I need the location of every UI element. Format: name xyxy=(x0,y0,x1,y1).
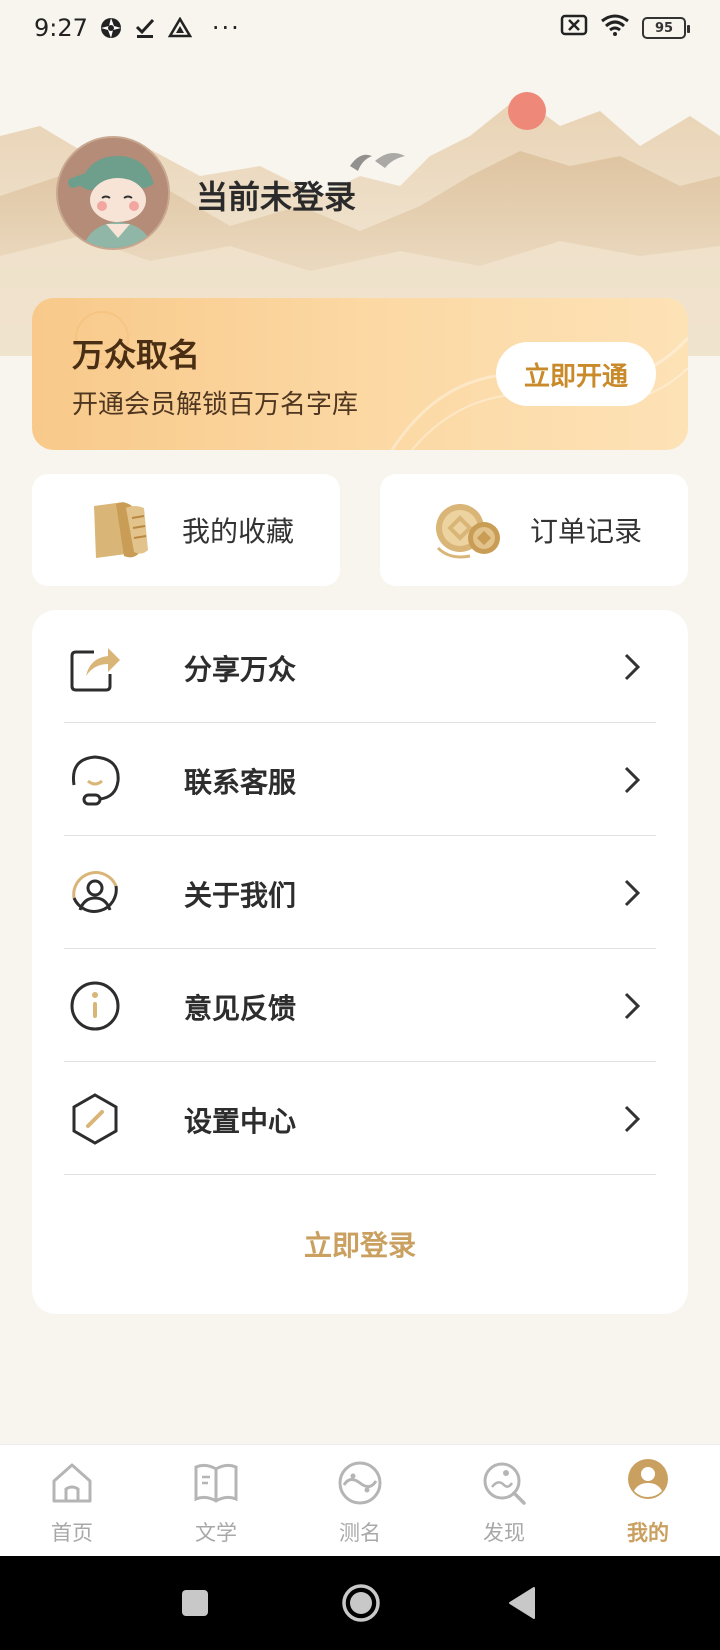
check-download-icon xyxy=(134,17,156,39)
menu-item-settings[interactable]: 设置中心 xyxy=(64,1062,656,1175)
chevron-right-icon xyxy=(622,991,642,1021)
menu-item-about[interactable]: 关于我们 xyxy=(64,836,656,949)
home-circle-icon[interactable] xyxy=(341,1583,381,1627)
chevron-right-icon xyxy=(622,652,642,682)
profile-icon xyxy=(624,1459,672,1507)
nav-item-literature[interactable]: 文学 xyxy=(144,1445,288,1557)
battery-icon: 95 xyxy=(642,17,690,39)
menu-item-label: 意见反馈 xyxy=(184,992,297,1025)
orders-tile[interactable]: 订单记录 xyxy=(380,474,688,586)
more-dots: ··· xyxy=(211,14,241,42)
nav-label: 测名 xyxy=(339,1521,381,1545)
login-status[interactable]: 当前未登录 xyxy=(196,172,356,218)
menu-item-customer-service[interactable]: 联系客服 xyxy=(64,723,656,836)
login-link[interactable]: 立即登录 xyxy=(32,1224,688,1264)
menu-item-share[interactable]: 分享万众 xyxy=(64,610,656,723)
nav-label: 我的 xyxy=(627,1521,669,1545)
system-navigation-bar xyxy=(0,1556,720,1650)
menu-item-label: 设置中心 xyxy=(184,1105,297,1138)
recents-square-icon[interactable] xyxy=(181,1589,209,1621)
discover-icon xyxy=(480,1459,528,1507)
favorites-tile[interactable]: 我的收藏 xyxy=(32,474,340,586)
back-triangle-icon[interactable] xyxy=(508,1586,536,1624)
avatar[interactable] xyxy=(56,136,170,250)
orders-label: 订单记录 xyxy=(530,515,643,548)
nav-label: 首页 xyxy=(51,1521,93,1545)
vip-banner[interactable]: 万众取名 开通会员解锁百万名字库 立即开通 xyxy=(32,298,688,450)
settings-hexagon-icon xyxy=(68,1092,122,1146)
status-bar: 9:27 ··· 95 xyxy=(0,0,720,56)
nav-item-home[interactable]: 首页 xyxy=(0,1445,144,1557)
chevron-right-icon xyxy=(622,1104,642,1134)
menu-item-label: 分享万众 xyxy=(184,653,297,686)
drive-icon xyxy=(167,17,192,39)
nav-item-profile[interactable]: 我的 xyxy=(576,1445,720,1557)
aperture-icon xyxy=(100,17,122,39)
bottom-nav: 首页 文学 测名 发现 我的 xyxy=(0,1444,720,1556)
nav-item-test-name[interactable]: 测名 xyxy=(288,1445,432,1557)
yin-yang-icon xyxy=(336,1459,384,1507)
activate-vip-button[interactable]: 立即开通 xyxy=(496,342,656,406)
chevron-right-icon xyxy=(622,878,642,908)
coins-icon xyxy=(430,498,508,562)
book-icon xyxy=(192,1459,240,1507)
menu-item-feedback[interactable]: 意见反馈 xyxy=(64,949,656,1062)
nav-item-discover[interactable]: 发现 xyxy=(432,1445,576,1557)
vip-subtitle: 开通会员解锁百万名字库 xyxy=(72,390,359,420)
home-icon xyxy=(48,1459,96,1507)
status-time: 9:27 xyxy=(34,14,88,42)
favorites-label: 我的收藏 xyxy=(182,515,295,548)
nav-label: 发现 xyxy=(483,1521,525,1545)
nav-label: 文学 xyxy=(195,1521,237,1545)
scroll-icon xyxy=(88,498,156,562)
menu-card: 分享万众 联系客服 关于我们 意见反馈 设置中心 立即登录 xyxy=(32,610,688,1314)
vip-title: 万众取名 xyxy=(72,336,201,374)
customer-service-icon xyxy=(68,753,122,807)
menu-item-label: 关于我们 xyxy=(184,879,297,912)
info-icon xyxy=(68,979,122,1033)
menu-item-label: 联系客服 xyxy=(184,766,297,799)
share-icon xyxy=(68,640,122,694)
wifi-icon xyxy=(600,14,630,42)
user-circle-icon xyxy=(68,866,122,920)
sim-off-icon xyxy=(560,14,588,42)
chevron-right-icon xyxy=(622,765,642,795)
